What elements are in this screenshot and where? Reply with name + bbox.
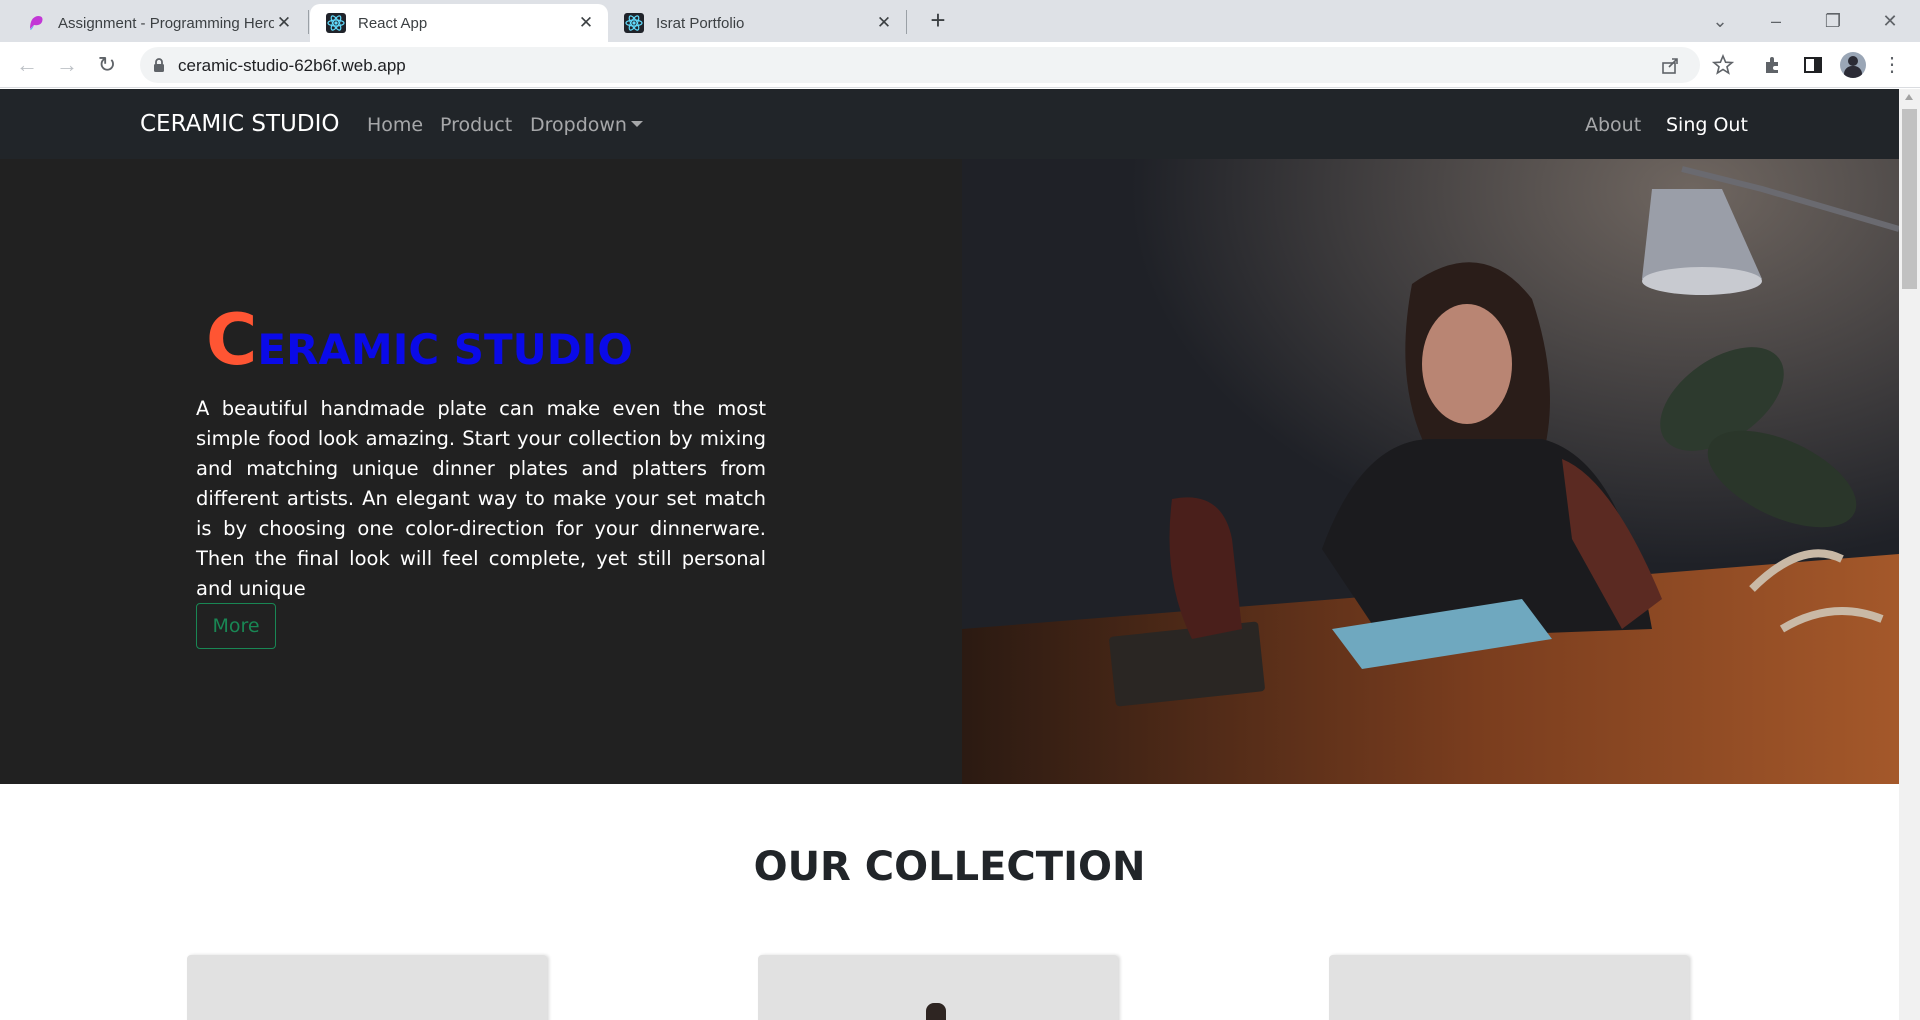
hero-text-panel: CERAMIC STUDIO A beautiful handmade plat…: [0, 159, 962, 784]
browser-tab-strip: Assignment - Programming Hero ✕ React Ap…: [0, 0, 1920, 42]
scroll-up-icon[interactable]: [1905, 94, 1913, 100]
hero-description: A beautiful handmade plate can make even…: [196, 397, 766, 600]
restore-button[interactable]: ❐: [1813, 6, 1853, 36]
product-card[interactable]: [758, 955, 1118, 1020]
url-text: ceramic-studio-62b6f.web.app: [178, 56, 406, 75]
page-scrollbar[interactable]: [1899, 89, 1920, 1020]
reload-icon[interactable]: ↻: [92, 50, 122, 80]
back-icon[interactable]: ←: [12, 50, 42, 80]
nav-about[interactable]: About: [1585, 114, 1641, 136]
caret-down-icon: [630, 121, 643, 127]
close-window-button[interactable]: ✕: [1870, 6, 1910, 36]
hero-section: CERAMIC STUDIO A beautiful handmade plat…: [0, 159, 1899, 784]
product-card[interactable]: [187, 955, 547, 1020]
react-icon: [624, 13, 644, 33]
nav-dropdown[interactable]: Dropdown: [530, 114, 643, 136]
minimize-button[interactable]: –: [1756, 6, 1796, 36]
react-icon: [326, 13, 346, 33]
tab-title: React App: [358, 14, 428, 32]
tab-react-app[interactable]: React App ✕: [310, 4, 608, 42]
avatar[interactable]: [1840, 52, 1866, 78]
new-tab-button[interactable]: +: [923, 6, 953, 36]
programming-hero-icon: [30, 16, 43, 30]
hero-image: [962, 159, 1899, 784]
collection-heading: OUR COLLECTION: [753, 844, 1146, 890]
dropdown-label: Dropdown: [530, 114, 627, 136]
close-icon[interactable]: ✕: [274, 13, 294, 33]
brand-logo[interactable]: CERAMIC STUDIO: [140, 111, 339, 137]
product-card[interactable]: [1329, 955, 1689, 1020]
menu-kebab-icon[interactable]: ⋮: [1882, 52, 1902, 78]
nav-home[interactable]: Home: [367, 114, 423, 136]
close-icon[interactable]: ✕: [576, 13, 596, 33]
hero-title-rest: ERAMIC STUDIO: [257, 325, 633, 374]
bookmark-star-icon[interactable]: [1712, 54, 1734, 76]
product-image: [926, 1003, 946, 1020]
browser-toolbar: ← → ↻ ceramic-studio-62b6f.web.app ⋮: [0, 42, 1920, 88]
hero-title: CERAMIC STUDIO: [206, 299, 633, 381]
more-button[interactable]: More: [196, 603, 276, 649]
lock-icon: [154, 58, 164, 72]
share-icon[interactable]: [1660, 56, 1680, 76]
side-panel-icon[interactable]: [1802, 54, 1824, 76]
artist-drawing-photo: [962, 159, 1899, 784]
tab-search-icon[interactable]: ⌄: [1700, 6, 1740, 36]
address-bar[interactable]: ceramic-studio-62b6f.web.app: [140, 47, 1700, 83]
tab-title: Assignment - Programming Hero: [58, 14, 274, 32]
extensions-icon[interactable]: [1762, 54, 1784, 76]
tab-israt-portfolio[interactable]: Israt Portfolio ✕: [608, 4, 906, 42]
hero-title-initial: C: [206, 299, 258, 381]
tab-title: Israt Portfolio: [656, 14, 745, 32]
nav-product[interactable]: Product: [440, 114, 512, 136]
page-viewport: CERAMIC STUDIO Home Product Dropdown Abo…: [0, 89, 1899, 1020]
nav-sign-out[interactable]: Sing Out: [1666, 114, 1748, 136]
site-navbar: CERAMIC STUDIO Home Product Dropdown Abo…: [0, 89, 1899, 159]
tab-assignment[interactable]: Assignment - Programming Hero ✕: [10, 4, 306, 42]
close-icon[interactable]: ✕: [874, 13, 894, 33]
forward-icon[interactable]: →: [52, 50, 82, 80]
scrollbar-thumb[interactable]: [1902, 109, 1917, 289]
